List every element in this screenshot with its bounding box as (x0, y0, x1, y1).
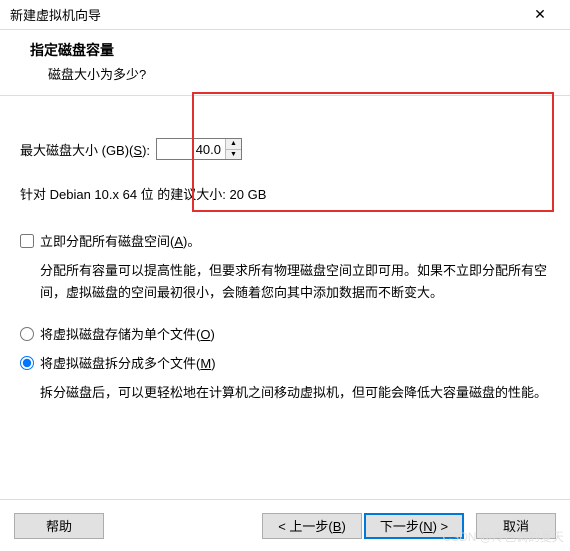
disk-size-input[interactable] (157, 139, 225, 159)
multi-file-radio[interactable] (20, 356, 34, 370)
single-file-radio-row[interactable]: 将虚拟磁盘存储为单个文件(O) (20, 324, 550, 343)
wizard-content: 最大磁盘大小 (GB)(S): ▲ ▼ 针对 Debian 10.x 64 位 … (0, 96, 570, 434)
page-subtitle: 磁盘大小为多少? (30, 64, 540, 83)
close-button[interactable]: ✕ (520, 1, 560, 29)
allocate-now-desc: 分配所有容量可以提高性能，但要求所有物理磁盘空间立即可用。如果不立即分配所有空间… (20, 260, 550, 304)
allocate-now-checkbox-row[interactable]: 立即分配所有磁盘空间(A)。 (20, 231, 550, 250)
help-button[interactable]: 帮助 (14, 513, 104, 539)
multi-file-label: 将虚拟磁盘拆分成多个文件(M) (40, 353, 216, 372)
split-desc: 拆分磁盘后，可以更轻松地在计算机之间移动虚拟机，但可能会降低大容量磁盘的性能。 (20, 382, 550, 404)
wizard-footer: 帮助 < 上一步(B) 下一步(N) > 取消 (0, 499, 570, 551)
titlebar: 新建虚拟机向导 ✕ (0, 0, 570, 30)
cancel-button[interactable]: 取消 (476, 513, 556, 539)
disk-size-spinner[interactable]: ▲ ▼ (156, 138, 242, 160)
back-button[interactable]: < 上一步(B) (262, 513, 362, 539)
spin-down-button[interactable]: ▼ (226, 149, 241, 160)
multi-file-radio-row[interactable]: 将虚拟磁盘拆分成多个文件(M) (20, 353, 550, 372)
close-icon: ✕ (534, 6, 546, 23)
spin-up-button[interactable]: ▲ (226, 139, 241, 149)
disk-size-row: 最大磁盘大小 (GB)(S): ▲ ▼ (20, 138, 550, 160)
split-radio-group: 将虚拟磁盘存储为单个文件(O) 将虚拟磁盘拆分成多个文件(M) 拆分磁盘后，可以… (20, 324, 550, 404)
allocate-now-label: 立即分配所有磁盘空间(A)。 (40, 231, 200, 250)
recommended-size-text: 针对 Debian 10.x 64 位 的建议大小: 20 GB (20, 184, 550, 203)
window-title: 新建虚拟机向导 (10, 5, 520, 24)
next-button[interactable]: 下一步(N) > (364, 513, 464, 539)
page-title: 指定磁盘容量 (30, 40, 540, 60)
wizard-header: 指定磁盘容量 磁盘大小为多少? (0, 30, 570, 95)
single-file-radio[interactable] (20, 327, 34, 341)
disk-size-label: 最大磁盘大小 (GB)(S): (20, 140, 150, 159)
allocate-now-checkbox[interactable] (20, 234, 34, 248)
spin-buttons: ▲ ▼ (225, 139, 241, 159)
single-file-label: 将虚拟磁盘存储为单个文件(O) (40, 324, 215, 343)
